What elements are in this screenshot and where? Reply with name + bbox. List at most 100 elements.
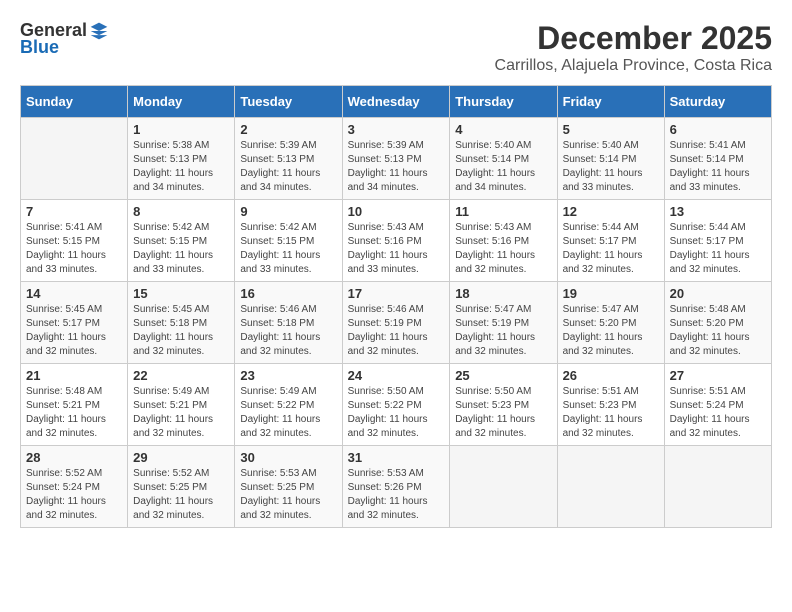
calendar-cell: 5 Sunrise: 5:40 AM Sunset: 5:14 PM Daylig… xyxy=(557,118,664,200)
calendar-header-sunday: Sunday xyxy=(21,86,128,118)
calendar-cell xyxy=(664,446,771,528)
calendar-cell: 12 Sunrise: 5:44 AM Sunset: 5:17 PM Dayli… xyxy=(557,200,664,282)
day-info: Sunrise: 5:49 AM Sunset: 5:21 PM Dayligh… xyxy=(133,385,229,441)
day-info: Sunrise: 5:41 AM Sunset: 5:14 PM Dayligh… xyxy=(670,139,766,195)
day-info: Sunrise: 5:46 AM Sunset: 5:19 PM Dayligh… xyxy=(348,303,445,359)
day-number: 26 xyxy=(563,368,659,383)
day-number: 20 xyxy=(670,286,766,301)
day-number: 5 xyxy=(563,122,659,137)
day-info: Sunrise: 5:51 AM Sunset: 5:24 PM Dayligh… xyxy=(670,385,766,441)
calendar-cell: 6Sunrise: 5:41 AM Sunset: 5:14 PM Daylig… xyxy=(664,118,771,200)
calendar-cell: 15 Sunrise: 5:45 AM Sunset: 5:18 PM Dayli… xyxy=(128,282,235,364)
calendar-cell: 25 Sunrise: 5:50 AM Sunset: 5:23 PM Dayli… xyxy=(450,364,557,446)
day-info: Sunrise: 5:42 AM Sunset: 5:15 PM Dayligh… xyxy=(240,221,336,277)
calendar-cell: 26 Sunrise: 5:51 AM Sunset: 5:23 PM Dayli… xyxy=(557,364,664,446)
calendar-cell: 20 Sunrise: 5:48 AM Sunset: 5:20 PM Dayli… xyxy=(664,282,771,364)
day-info: Sunrise: 5:38 AM Sunset: 5:13 PM Dayligh… xyxy=(133,139,229,195)
calendar-cell: 28Sunrise: 5:52 AM Sunset: 5:24 PM Dayli… xyxy=(21,446,128,528)
page-header: General Blue December 2025 Carrillos, Al… xyxy=(20,20,772,75)
calendar-cell: 4 Sunrise: 5:40 AM Sunset: 5:14 PM Daylig… xyxy=(450,118,557,200)
calendar-cell: 14 Sunrise: 5:45 AM Sunset: 5:17 PM Dayli… xyxy=(21,282,128,364)
calendar-cell xyxy=(557,446,664,528)
day-info: Sunrise: 5:39 AM Sunset: 5:13 PM Dayligh… xyxy=(240,139,336,195)
calendar-cell: 3 Sunrise: 5:39 AM Sunset: 5:13 PM Daylig… xyxy=(342,118,450,200)
calendar-header-tuesday: Tuesday xyxy=(235,86,342,118)
calendar-cell: 24 Sunrise: 5:50 AM Sunset: 5:22 PM Dayli… xyxy=(342,364,450,446)
day-number: 14 xyxy=(26,286,122,301)
day-info: Sunrise: 5:40 AM Sunset: 5:14 PM Dayligh… xyxy=(455,139,551,195)
calendar-cell: 13Sunrise: 5:44 AM Sunset: 5:17 PM Dayli… xyxy=(664,200,771,282)
calendar-cell: 18 Sunrise: 5:47 AM Sunset: 5:19 PM Dayli… xyxy=(450,282,557,364)
day-info: Sunrise: 5:45 AM Sunset: 5:18 PM Dayligh… xyxy=(133,303,229,359)
calendar-header-wednesday: Wednesday xyxy=(342,86,450,118)
day-info: Sunrise: 5:39 AM Sunset: 5:13 PM Dayligh… xyxy=(348,139,445,195)
day-info: Sunrise: 5:41 AM Sunset: 5:15 PM Dayligh… xyxy=(26,221,122,277)
day-info: Sunrise: 5:50 AM Sunset: 5:22 PM Dayligh… xyxy=(348,385,445,441)
calendar-week-row: 28Sunrise: 5:52 AM Sunset: 5:24 PM Dayli… xyxy=(21,446,772,528)
day-number: 9 xyxy=(240,204,336,219)
calendar-week-row: 1Sunrise: 5:38 AM Sunset: 5:13 PM Daylig… xyxy=(21,118,772,200)
day-info: Sunrise: 5:42 AM Sunset: 5:15 PM Dayligh… xyxy=(133,221,229,277)
calendar-header-friday: Friday xyxy=(557,86,664,118)
calendar-cell: 31Sunrise: 5:53 AM Sunset: 5:26 PM Dayli… xyxy=(342,446,450,528)
day-number: 3 xyxy=(348,122,445,137)
day-number: 18 xyxy=(455,286,551,301)
calendar-cell xyxy=(450,446,557,528)
calendar-cell: 22 Sunrise: 5:49 AM Sunset: 5:21 PM Dayli… xyxy=(128,364,235,446)
day-info: Sunrise: 5:48 AM Sunset: 5:21 PM Dayligh… xyxy=(26,385,122,441)
day-number: 27 xyxy=(670,368,766,383)
day-number: 19 xyxy=(563,286,659,301)
day-number: 2 xyxy=(240,122,336,137)
day-info: Sunrise: 5:45 AM Sunset: 5:17 PM Dayligh… xyxy=(26,303,122,359)
day-info: Sunrise: 5:48 AM Sunset: 5:20 PM Dayligh… xyxy=(670,303,766,359)
calendar-cell: 23 Sunrise: 5:49 AM Sunset: 5:22 PM Dayli… xyxy=(235,364,342,446)
calendar-table: SundayMondayTuesdayWednesdayThursdayFrid… xyxy=(20,85,772,528)
day-number: 25 xyxy=(455,368,551,383)
day-number: 23 xyxy=(240,368,336,383)
day-info: Sunrise: 5:52 AM Sunset: 5:25 PM Dayligh… xyxy=(133,467,229,523)
day-number: 24 xyxy=(348,368,445,383)
day-info: Sunrise: 5:44 AM Sunset: 5:17 PM Dayligh… xyxy=(563,221,659,277)
calendar-cell: 7Sunrise: 5:41 AM Sunset: 5:15 PM Daylig… xyxy=(21,200,128,282)
calendar-cell: 1Sunrise: 5:38 AM Sunset: 5:13 PM Daylig… xyxy=(128,118,235,200)
day-info: Sunrise: 5:43 AM Sunset: 5:16 PM Dayligh… xyxy=(455,221,551,277)
calendar-cell xyxy=(21,118,128,200)
calendar-cell: 27 Sunrise: 5:51 AM Sunset: 5:24 PM Dayli… xyxy=(664,364,771,446)
day-number: 4 xyxy=(455,122,551,137)
calendar-cell: 2 Sunrise: 5:39 AM Sunset: 5:13 PM Daylig… xyxy=(235,118,342,200)
day-info: Sunrise: 5:49 AM Sunset: 5:22 PM Dayligh… xyxy=(240,385,336,441)
day-number: 17 xyxy=(348,286,445,301)
day-number: 22 xyxy=(133,368,229,383)
day-number: 13 xyxy=(670,204,766,219)
day-info: Sunrise: 5:40 AM Sunset: 5:14 PM Dayligh… xyxy=(563,139,659,195)
day-info: Sunrise: 5:47 AM Sunset: 5:19 PM Dayligh… xyxy=(455,303,551,359)
location-subtitle: Carrillos, Alajuela Province, Costa Rica xyxy=(495,57,772,75)
calendar-cell: 30Sunrise: 5:53 AM Sunset: 5:25 PM Dayli… xyxy=(235,446,342,528)
logo: General Blue xyxy=(20,20,109,58)
title-section: December 2025 Carrillos, Alajuela Provin… xyxy=(495,20,772,75)
calendar-cell: 16Sunrise: 5:46 AM Sunset: 5:18 PM Dayli… xyxy=(235,282,342,364)
day-number: 28 xyxy=(26,450,122,465)
day-number: 30 xyxy=(240,450,336,465)
month-year-title: December 2025 xyxy=(495,20,772,57)
day-number: 11 xyxy=(455,204,551,219)
calendar-cell: 17 Sunrise: 5:46 AM Sunset: 5:19 PM Dayli… xyxy=(342,282,450,364)
calendar-cell: 29 Sunrise: 5:52 AM Sunset: 5:25 PM Dayli… xyxy=(128,446,235,528)
day-number: 15 xyxy=(133,286,229,301)
calendar-cell: 21Sunrise: 5:48 AM Sunset: 5:21 PM Dayli… xyxy=(21,364,128,446)
calendar-cell: 11 Sunrise: 5:43 AM Sunset: 5:16 PM Dayli… xyxy=(450,200,557,282)
calendar-week-row: 21Sunrise: 5:48 AM Sunset: 5:21 PM Dayli… xyxy=(21,364,772,446)
day-number: 29 xyxy=(133,450,229,465)
calendar-header-row: SundayMondayTuesdayWednesdayThursdayFrid… xyxy=(21,86,772,118)
calendar-week-row: 14 Sunrise: 5:45 AM Sunset: 5:17 PM Dayli… xyxy=(21,282,772,364)
day-number: 8 xyxy=(133,204,229,219)
day-number: 31 xyxy=(348,450,445,465)
calendar-header-monday: Monday xyxy=(128,86,235,118)
logo-icon xyxy=(89,21,109,41)
calendar-cell: 10Sunrise: 5:43 AM Sunset: 5:16 PM Dayli… xyxy=(342,200,450,282)
day-info: Sunrise: 5:51 AM Sunset: 5:23 PM Dayligh… xyxy=(563,385,659,441)
day-number: 12 xyxy=(563,204,659,219)
calendar-week-row: 7Sunrise: 5:41 AM Sunset: 5:15 PM Daylig… xyxy=(21,200,772,282)
day-info: Sunrise: 5:46 AM Sunset: 5:18 PM Dayligh… xyxy=(240,303,336,359)
day-info: Sunrise: 5:50 AM Sunset: 5:23 PM Dayligh… xyxy=(455,385,551,441)
